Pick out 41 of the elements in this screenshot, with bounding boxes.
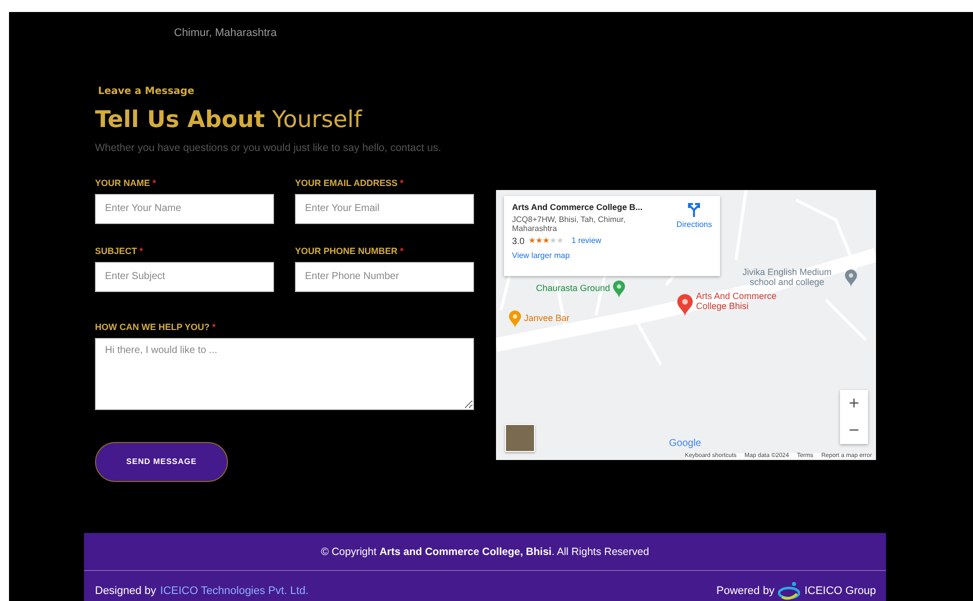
zoom-button[interactable]: +	[840, 390, 868, 417]
designed-by-text: Designed by	[95, 585, 156, 597]
place-label: Arts And Commerce College Bhisi	[696, 292, 778, 312]
section-title: Tell Us About Yourself	[95, 106, 364, 133]
map-pin-icon	[612, 280, 626, 298]
place-label: Jivika English Medium school and college	[741, 268, 833, 288]
field-label: HOW CAN WE HELP YOU? *	[95, 322, 217, 332]
group-name: ICEICO Group	[804, 585, 876, 597]
send-message-button[interactable]: SEND MESSAGE	[95, 442, 228, 482]
field-label: YOUR EMAIL ADDRESS *	[295, 178, 405, 188]
map-pin-icon	[844, 268, 858, 287]
larger-map-link[interactable]: View larger map	[512, 250, 570, 260]
zoom-button[interactable]: −	[840, 416, 868, 444]
rating-value: 3.0	[512, 236, 525, 246]
map-pin-icon	[676, 292, 694, 318]
designer-link[interactable]: ICEICO Technologies Pvt. Ltd.	[160, 585, 309, 597]
text-field[interactable]: Enter Subject	[95, 262, 274, 292]
swirl-logo-icon	[778, 581, 800, 601]
review-link[interactable]: 1 review	[572, 236, 602, 246]
text-field[interactable]: Enter Phone Number	[295, 262, 474, 292]
directions-link[interactable]: Directions	[676, 202, 712, 229]
star-rating: ★★★★★	[528, 236, 564, 246]
text-field[interactable]: Enter Your Email	[295, 194, 474, 224]
map-logo: Google	[669, 438, 702, 449]
intro-text: Whether you have questions or you would just like to say hello, contact us.	[95, 142, 442, 154]
place-label: Janvee Bar	[524, 314, 570, 324]
place-name: Arts And Commerce College B...	[512, 202, 644, 212]
satellite-thumbnail[interactable]	[505, 424, 535, 452]
map-pin-icon	[508, 310, 522, 328]
section-eyebrow: Leave a Message	[98, 86, 196, 97]
directions-icon	[686, 202, 702, 218]
field-label: SUBJECT *	[95, 246, 144, 256]
message-field[interactable]: Hi there, I would like to ...	[95, 338, 474, 410]
address-text: Chimur, Maharashtra	[174, 27, 277, 39]
place-label: Chaurasta Ground	[536, 284, 610, 294]
text-field[interactable]: Enter Your Name	[95, 194, 274, 224]
powered-by-text: Powered by	[716, 585, 774, 597]
place-address: JCQ8+7HW, Bhisi, Tah, Chimur, Maharashtra	[512, 214, 626, 233]
field-label: YOUR NAME *	[95, 178, 158, 188]
copyright-text: © Copyright Arts and Commerce College, Bhisi. All Rights Reserved	[84, 533, 886, 571]
field-label: YOUR PHONE NUMBER *	[295, 246, 405, 256]
